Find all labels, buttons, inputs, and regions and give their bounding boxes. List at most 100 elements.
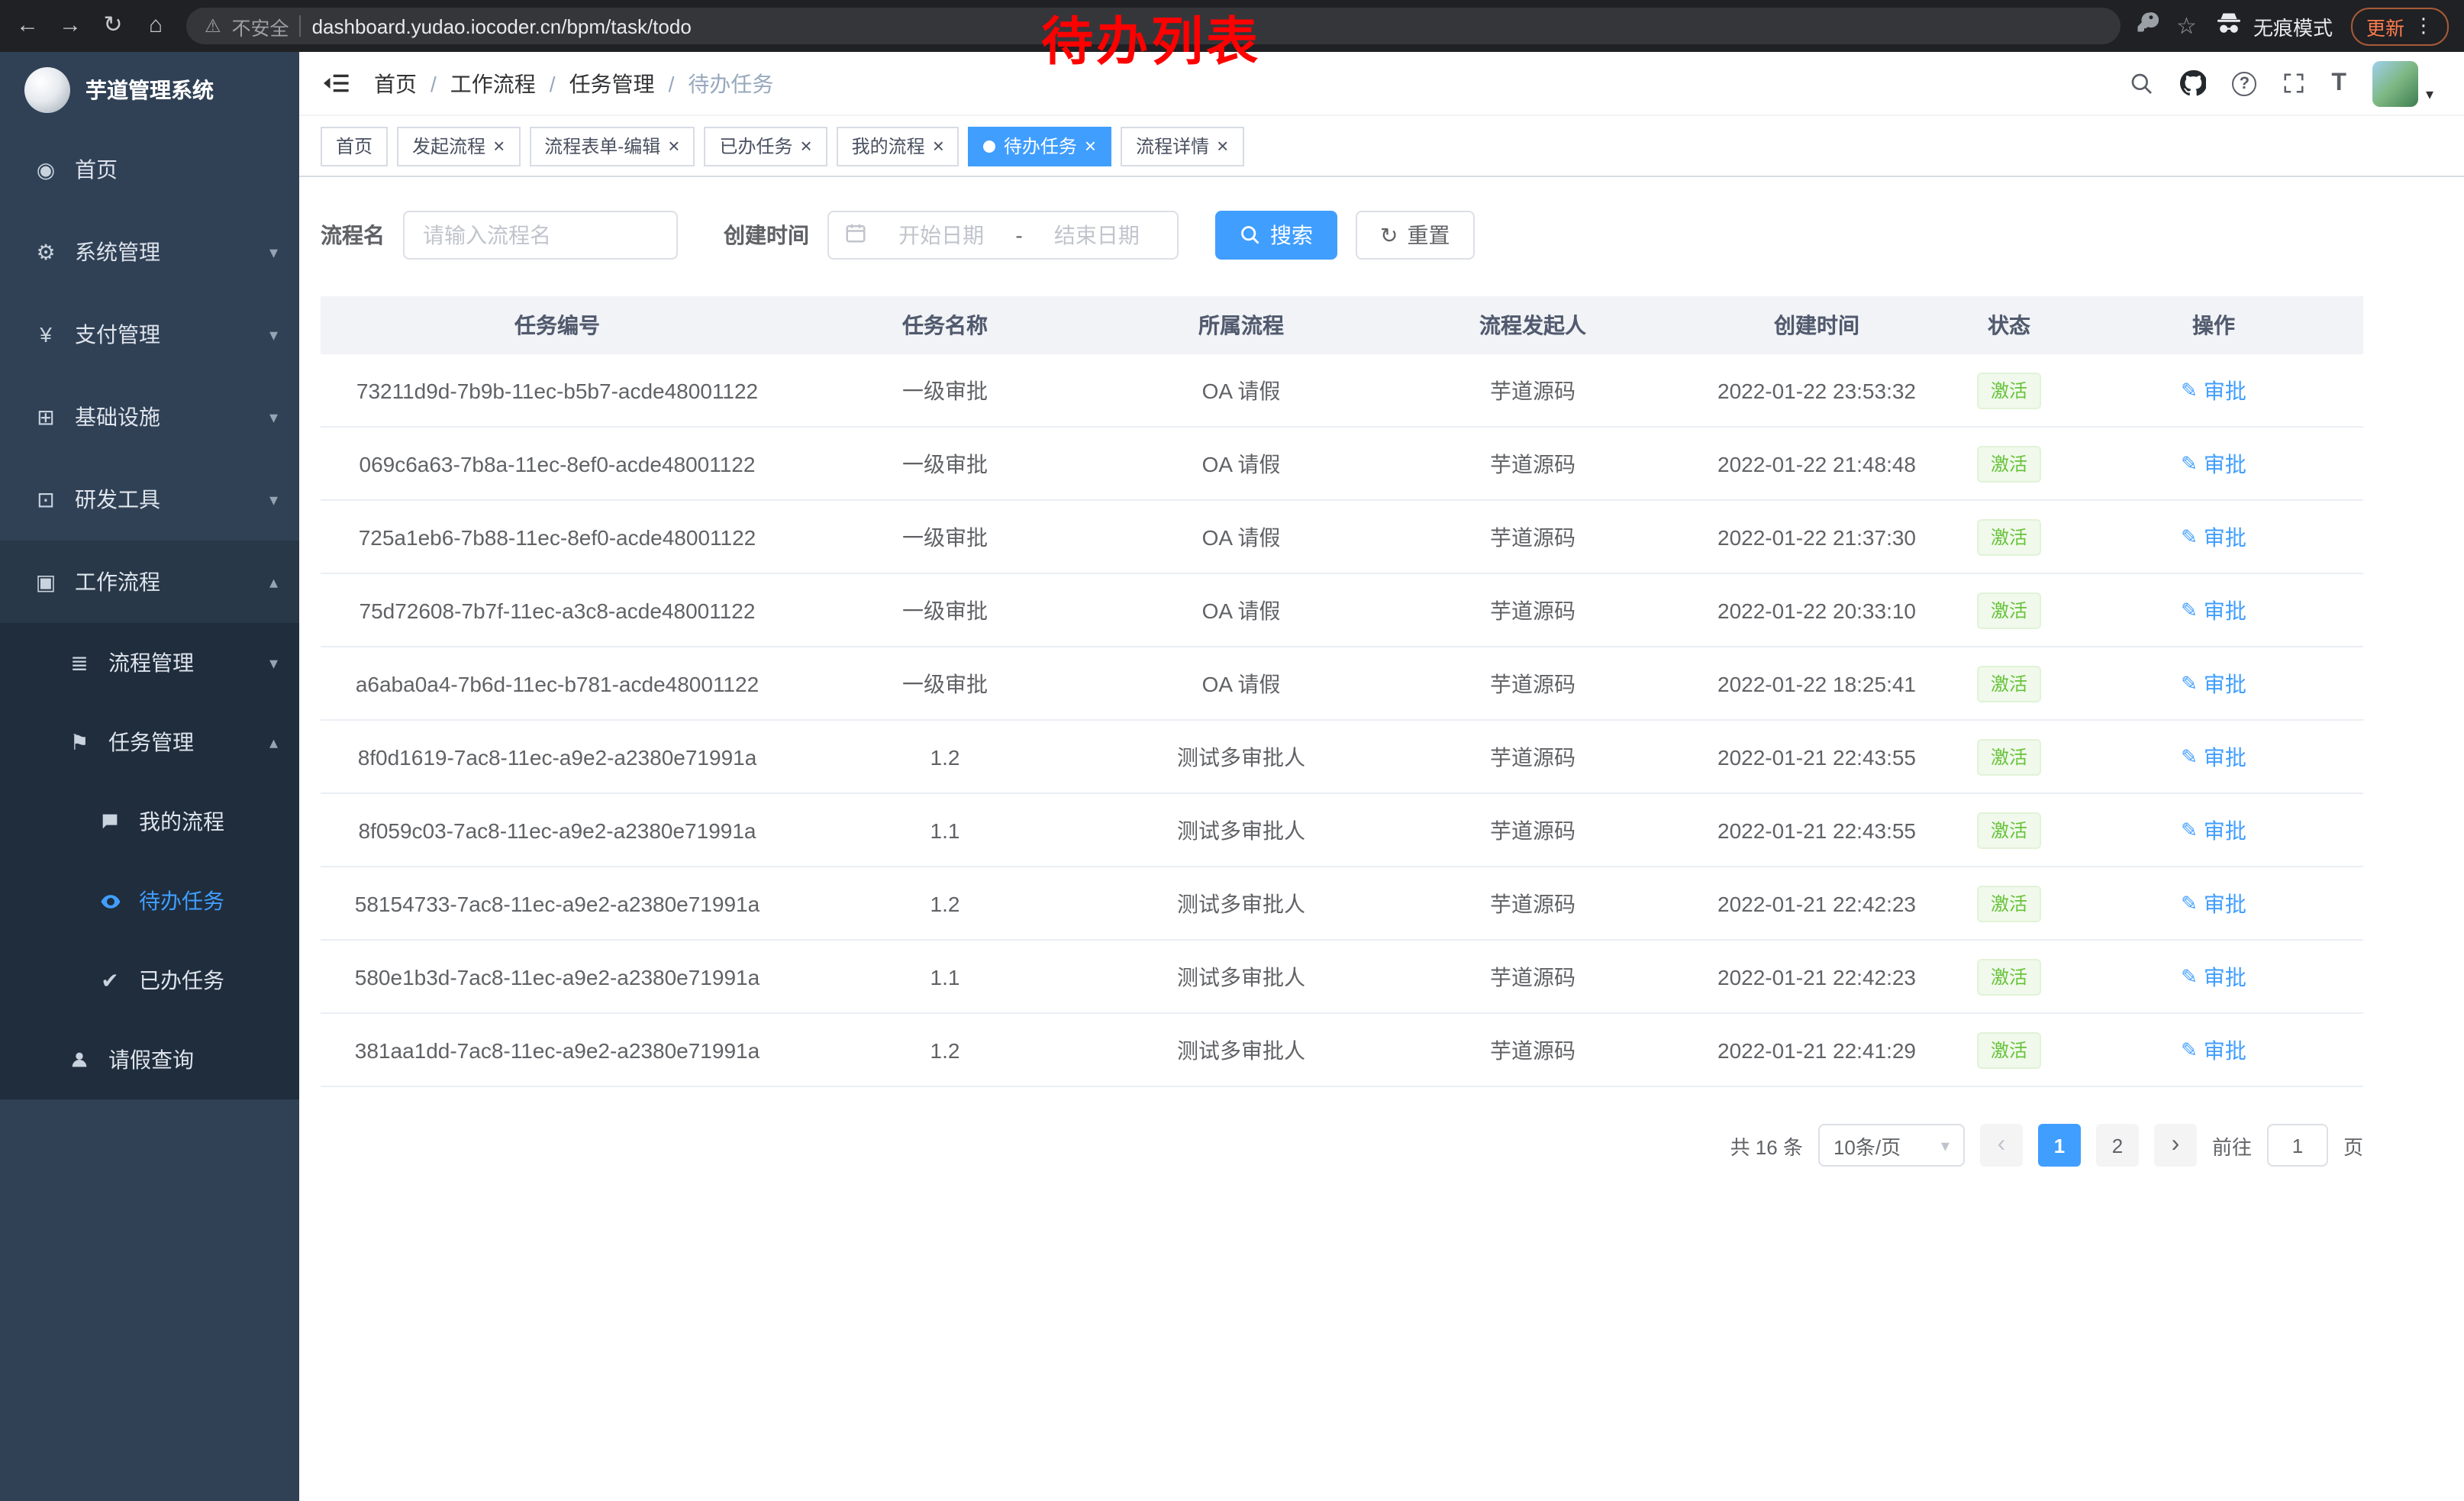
page-button-2[interactable]: 2 — [2096, 1124, 2139, 1167]
start-date-placeholder[interactable]: 开始日期 — [876, 220, 1006, 250]
process-name-input[interactable] — [403, 211, 678, 260]
cell-task-id: 725a1eb6-7b88-11ec-8ef0-acde48001122 — [321, 525, 794, 549]
breadcrumb-task-mgmt[interactable]: 任务管理 — [569, 68, 655, 98]
help-icon[interactable]: ? — [2232, 71, 2256, 95]
approve-link[interactable]: ✎审批 — [2181, 741, 2246, 772]
date-range-picker[interactable]: 开始日期 - 结束日期 — [827, 211, 1179, 260]
cell-actions: ✎审批 — [2064, 1035, 2363, 1065]
sidebar-item-label: 工作流程 — [75, 567, 160, 597]
cell-initiator: 芋道源码 — [1386, 521, 1679, 552]
forward-icon[interactable]: → — [49, 0, 92, 52]
fullscreen-icon[interactable] — [2282, 72, 2305, 95]
close-icon[interactable]: × — [493, 136, 505, 156]
reset-button[interactable]: ↻ 重置 — [1356, 211, 1474, 260]
breadcrumb-workflow[interactable]: 工作流程 — [450, 68, 536, 98]
sidebar-item-dev-tools[interactable]: ⊡研发工具▾ — [0, 458, 299, 541]
close-icon[interactable]: × — [1217, 136, 1228, 156]
search-button[interactable]: 搜索 — [1215, 211, 1337, 260]
sidebar-item-done-tasks[interactable]: ✔已办任务 — [0, 941, 299, 1020]
approve-link[interactable]: ✎审批 — [2181, 668, 2246, 699]
sidebar-item-home[interactable]: ◉首页 — [0, 128, 299, 211]
cell-actions: ✎审批 — [2064, 595, 2363, 625]
sidebar-item-todo-tasks[interactable]: 待办任务 — [0, 861, 299, 941]
page-button-1[interactable]: 1 — [2038, 1124, 2081, 1167]
sidebar-collapse-icon[interactable] — [324, 72, 350, 95]
cell-process: 测试多审批人 — [1096, 741, 1386, 772]
goto-page-input[interactable] — [2267, 1124, 2328, 1167]
tab-流程表单-编辑[interactable]: 流程表单-编辑× — [529, 126, 695, 166]
approve-link[interactable]: ✎审批 — [2181, 521, 2246, 552]
cell-status: 激活 — [1954, 1031, 2064, 1068]
end-date-placeholder[interactable]: 结束日期 — [1032, 220, 1162, 250]
approve-link[interactable]: ✎审批 — [2181, 961, 2246, 992]
cell-task-id: a6aba0a4-7b6d-11ec-b781-acde48001122 — [321, 671, 794, 696]
close-icon[interactable]: × — [1085, 136, 1096, 156]
breadcrumb-current: 待办任务 — [688, 68, 773, 98]
approve-link[interactable]: ✎审批 — [2181, 375, 2246, 405]
sidebar-item-workflow[interactable]: ▣工作流程▴ — [0, 541, 299, 623]
table-row: 73211d9d-7b9b-11ec-b5b7-acde48001122一级审批… — [321, 354, 2363, 428]
page-size-select[interactable]: 10条/页 ▾ — [1818, 1124, 1965, 1167]
approve-link[interactable]: ✎审批 — [2181, 815, 2246, 845]
cell-initiator: 芋道源码 — [1386, 961, 1679, 992]
cell-process: 测试多审批人 — [1096, 961, 1386, 992]
cell-create-time: 2022-01-21 22:42:23 — [1679, 891, 1954, 915]
close-icon[interactable]: × — [668, 136, 679, 156]
close-icon[interactable]: × — [933, 136, 944, 156]
sidebar-item-label: 已办任务 — [139, 965, 224, 996]
sidebar-item-infrastructure[interactable]: ⊞基础设施▾ — [0, 376, 299, 458]
approve-link[interactable]: ✎审批 — [2181, 595, 2246, 625]
approve-link-label: 审批 — [2204, 521, 2246, 552]
font-size-icon[interactable]: T — [2331, 69, 2346, 97]
tab-待办任务[interactable]: 待办任务× — [969, 126, 1111, 166]
cell-task-id: 381aa1dd-7ac8-11ec-a9e2-a2380e71991a — [321, 1038, 794, 1062]
approve-link[interactable]: ✎审批 — [2181, 448, 2246, 479]
address-bar[interactable]: ⚠ 不安全 dashboard.yudao.iocoder.cn/bpm/tas… — [186, 8, 2120, 44]
cell-initiator: 芋道源码 — [1386, 668, 1679, 699]
user-menu[interactable]: ▾ — [2372, 60, 2433, 106]
chevron-down-icon: ▾ — [269, 324, 278, 344]
bookmark-star-icon[interactable]: ☆ — [2176, 12, 2197, 40]
home-icon[interactable]: ⌂ — [134, 0, 177, 52]
sidebar-item-leave-query[interactable]: 请假查询 — [0, 1020, 299, 1099]
app-logo-row[interactable]: 芋道管理系统 — [0, 52, 299, 128]
next-page-button[interactable]: › — [2154, 1124, 2197, 1167]
cell-task-id: 8f059c03-7ac8-11ec-a9e2-a2380e71991a — [321, 818, 794, 842]
tab-流程详情[interactable]: 流程详情× — [1121, 126, 1243, 166]
tab-我的流程[interactable]: 我的流程× — [837, 126, 959, 166]
breadcrumb-home[interactable]: 首页 — [374, 68, 417, 98]
page-size-value: 10条/页 — [1833, 1131, 1901, 1160]
url-text[interactable]: dashboard.yudao.iocoder.cn/bpm/task/todo — [312, 15, 692, 37]
cell-create-time: 2022-01-22 21:48:48 — [1679, 451, 1954, 476]
tab-发起流程[interactable]: 发起流程× — [397, 126, 520, 166]
cell-status: 激活 — [1954, 958, 2064, 995]
tab-已办任务[interactable]: 已办任务× — [704, 126, 827, 166]
sidebar-item-task-mgmt[interactable]: ⚑任务管理▴ — [0, 702, 299, 782]
chevron-down-icon: ▾ — [269, 489, 278, 509]
prev-page-button[interactable]: ‹ — [1980, 1124, 2023, 1167]
sidebar-item-payment-mgmt[interactable]: ¥支付管理▾ — [0, 293, 299, 376]
security-label[interactable]: 不安全 — [232, 11, 289, 40]
browser-update-button[interactable]: 更新 ⋮ — [2351, 7, 2449, 45]
cell-actions: ✎审批 — [2064, 961, 2363, 992]
approve-link-label: 审批 — [2204, 1035, 2246, 1065]
divider — [300, 15, 302, 37]
github-icon[interactable] — [2180, 70, 2206, 96]
sidebar-item-process-mgmt[interactable]: ≣流程管理▾ — [0, 623, 299, 702]
status-badge: 激活 — [1977, 738, 2041, 775]
avatar[interactable] — [2372, 60, 2418, 106]
reload-icon[interactable]: ↻ — [92, 0, 134, 52]
sidebar-item-my-process[interactable]: 我的流程 — [0, 782, 299, 861]
cell-task-name: 1.1 — [794, 818, 1096, 842]
back-icon[interactable]: ← — [6, 0, 49, 52]
approve-link[interactable]: ✎审批 — [2181, 1035, 2246, 1065]
more-menu-icon[interactable]: ⋮ — [2414, 14, 2433, 38]
cell-task-name: 1.2 — [794, 891, 1096, 915]
cell-actions: ✎审批 — [2064, 888, 2363, 918]
tab-首页[interactable]: 首页 — [321, 126, 388, 166]
key-icon[interactable] — [2135, 11, 2158, 41]
approve-link[interactable]: ✎审批 — [2181, 888, 2246, 918]
sidebar-item-system-mgmt[interactable]: ⚙系统管理▾ — [0, 211, 299, 293]
close-icon[interactable]: × — [800, 136, 811, 156]
search-icon[interactable] — [2130, 71, 2154, 95]
